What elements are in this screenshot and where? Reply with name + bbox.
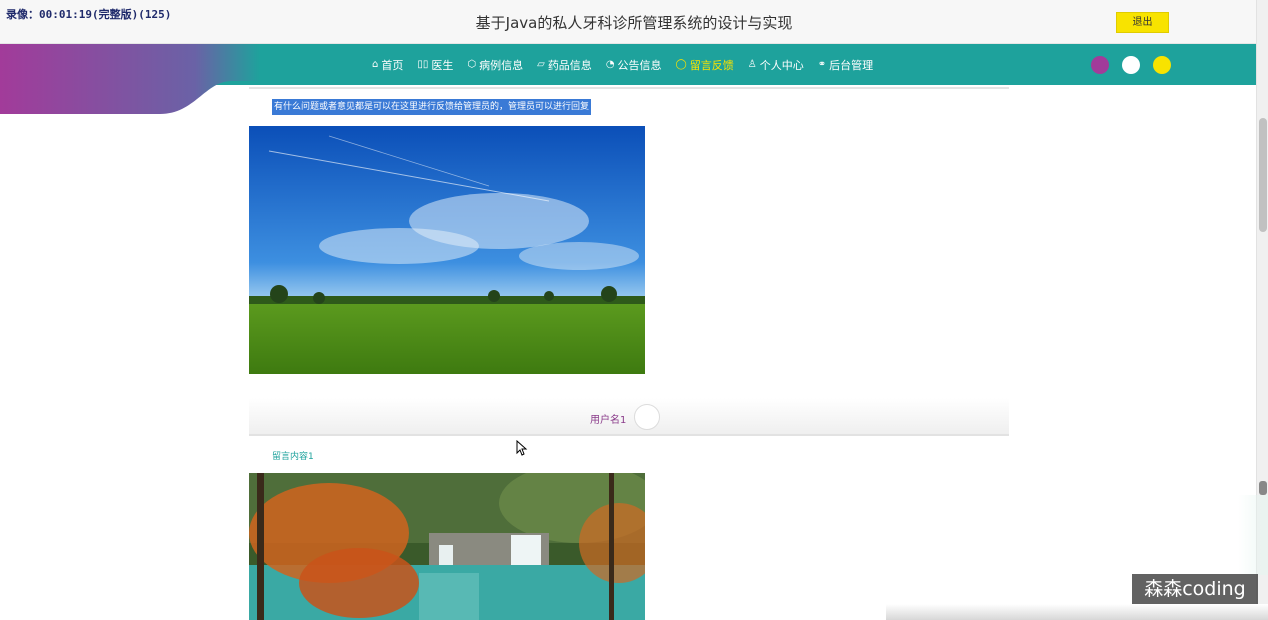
nav-item-3[interactable]: ▱ 药品信息: [537, 57, 592, 73]
site-title: 基于Java的私人牙科诊所管理系统的设计与实现: [475, 14, 793, 32]
nav-item-6[interactable]: ♙ 个人中心: [748, 57, 804, 73]
scrollbar-thumb-secondary[interactable]: [1259, 481, 1267, 495]
logout-button[interactable]: 退出: [1116, 12, 1169, 33]
bottom-overlay-strip: [886, 604, 1268, 620]
nav-item-label: 个人中心: [759, 58, 804, 72]
nav-item-label: 医生: [431, 58, 454, 72]
nav-menu: ⌂ 首页 ▯▯ 医生 ⬡ 病例信息 ▱ 药品信息 ◔ 公告信息 ◯ 留言反馈 ♙ 个人中心 ⚭ 后台管理: [372, 44, 887, 85]
waterfall-autumn-image: [249, 473, 645, 620]
theme-color-white[interactable]: [1122, 56, 1140, 74]
chat-icon: ◯: [675, 59, 687, 70]
theme-color-yellow[interactable]: [1153, 56, 1171, 74]
message-user-band: [249, 398, 1009, 436]
nav-item-label: 首页: [381, 58, 404, 72]
edge-glow-decoration: [1238, 495, 1268, 575]
nav-item-2[interactable]: ⬡ 病例信息: [467, 57, 523, 73]
theme-color-purple[interactable]: [1091, 56, 1109, 74]
nav-item-0[interactable]: ⌂ 首页: [372, 57, 403, 73]
nav-item-7[interactable]: ⚭ 后台管理: [818, 57, 873, 73]
nav-item-label: 公告信息: [617, 58, 662, 72]
doctor-icon: ▯▯: [417, 59, 429, 70]
message-content: 留言内容1: [272, 452, 314, 462]
content-divider: [249, 87, 1009, 89]
nav-item-label: 药品信息: [547, 58, 592, 72]
watermark-label: 森森coding: [1132, 574, 1258, 604]
top-header: 录像：00:01:19(完整版)(125) 基于Java的私人牙科诊所管理系统的…: [0, 0, 1268, 44]
feedback-description: 有什么问题或者意见都是可以在这里进行反馈给管理员的，管理员可以进行回复: [272, 99, 592, 115]
mouse-cursor: [516, 440, 528, 456]
nav-wave-decoration: [0, 44, 260, 114]
message-username: 用户名1: [590, 415, 627, 426]
nav-item-4[interactable]: ◔ 公告信息: [606, 57, 662, 73]
nav-item-label: 病例信息: [479, 58, 524, 72]
meadow-sky-image: [249, 126, 645, 374]
home-icon: ⌂: [372, 59, 379, 70]
nav-item-label: 后台管理: [829, 58, 874, 72]
bookmark-icon: ▱: [537, 59, 545, 70]
nav-item-5[interactable]: ◯ 留言反馈: [676, 57, 734, 73]
scrollbar-thumb[interactable]: [1259, 118, 1267, 232]
nav-item-1[interactable]: ▯▯ 医生: [417, 57, 453, 73]
user-icon: ♙: [747, 59, 757, 70]
cube-icon: ⬡: [467, 59, 477, 70]
nav-item-label: 留言反馈: [689, 58, 734, 72]
link-icon: ⚭: [817, 59, 827, 70]
dashboard-icon: ◔: [605, 59, 615, 70]
user-avatar: [634, 404, 660, 430]
